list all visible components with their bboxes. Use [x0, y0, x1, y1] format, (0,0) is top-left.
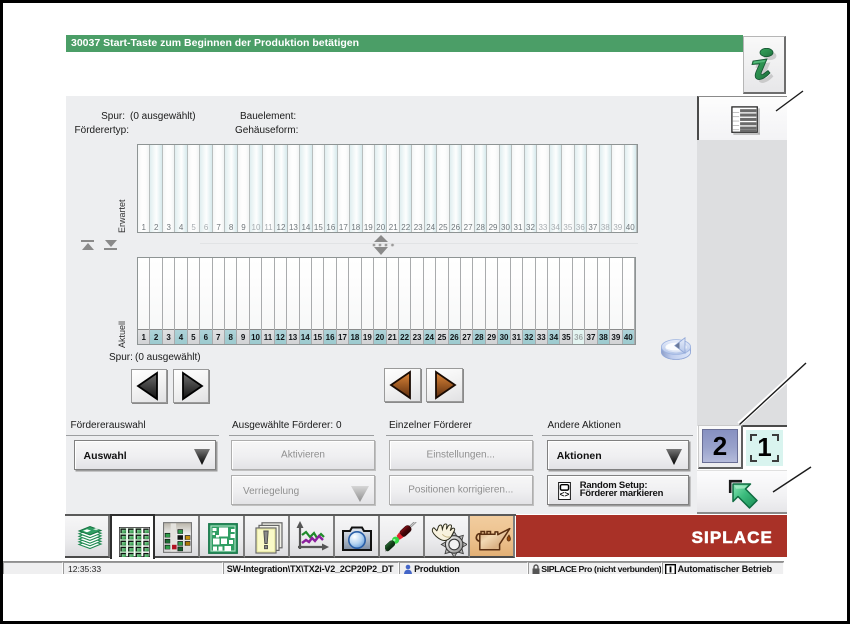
svg-text:<>: <> — [559, 489, 569, 498]
